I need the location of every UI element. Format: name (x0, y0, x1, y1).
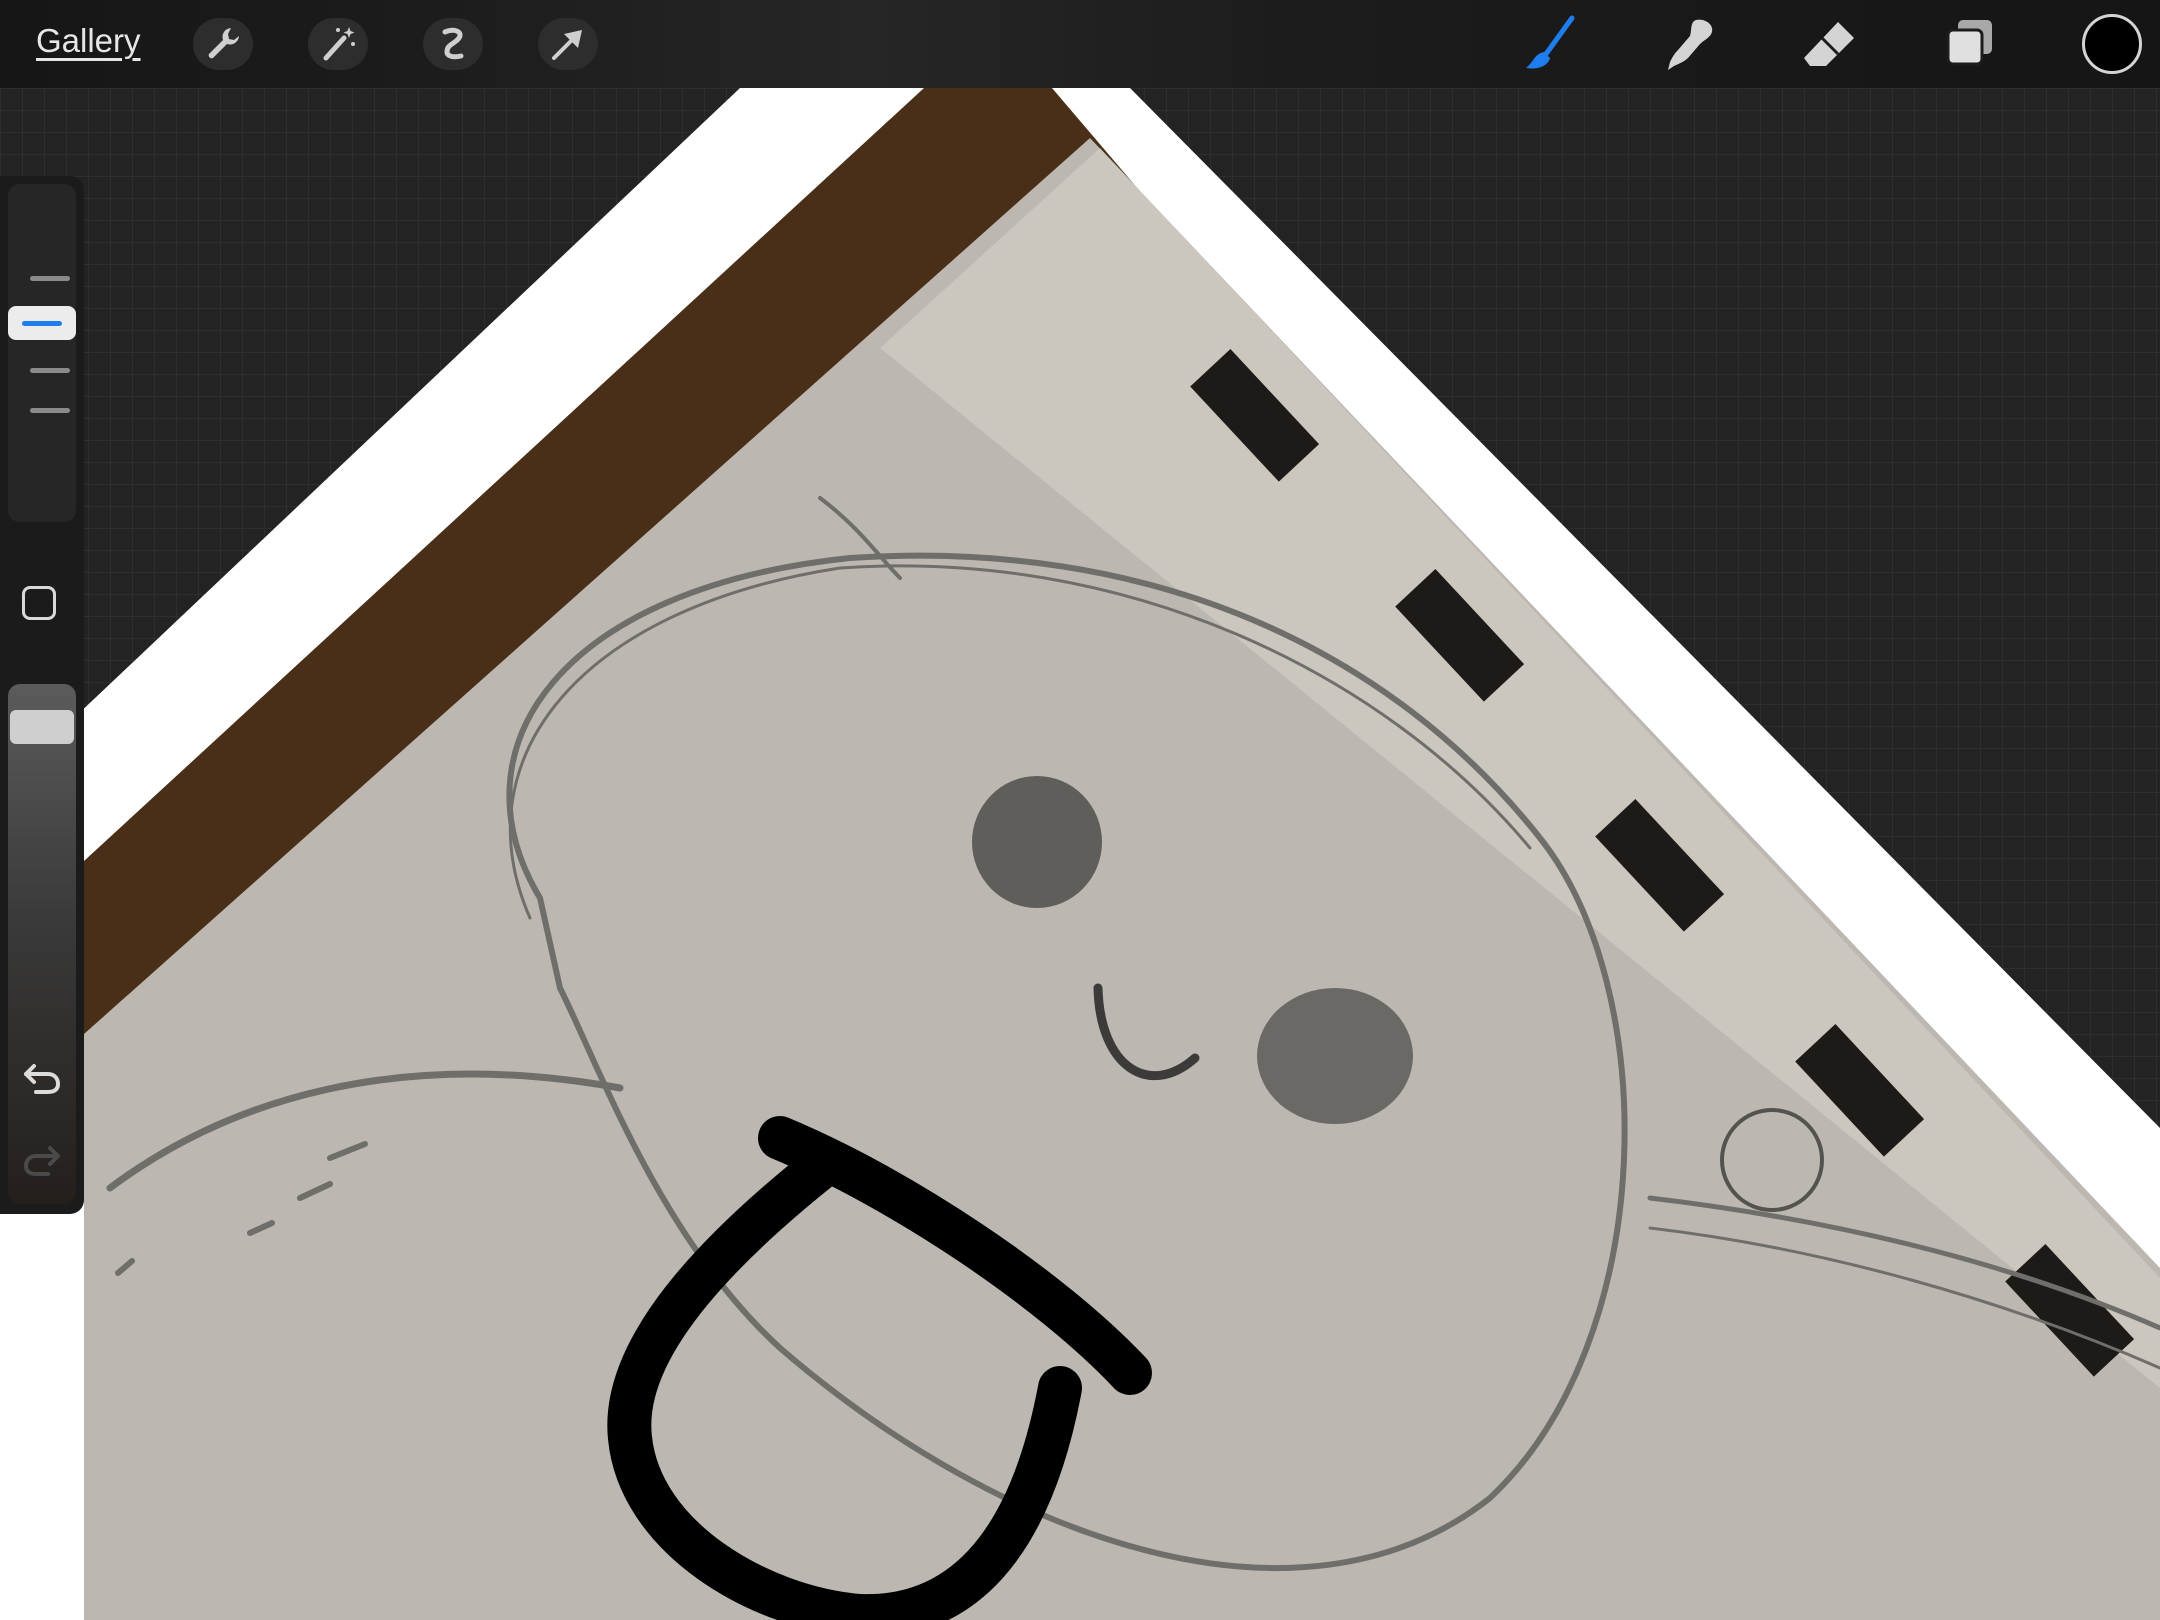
size-tick (30, 408, 70, 413)
magic-wand-icon (323, 27, 355, 61)
canvas-workspace[interactable] (0, 88, 2160, 1620)
eraser-button[interactable] (1800, 14, 1860, 74)
smudge-button[interactable] (1660, 14, 1720, 74)
undo-icon[interactable] (20, 1056, 64, 1100)
size-tick (30, 276, 70, 281)
artwork-canvas[interactable] (0, 88, 2160, 1620)
gallery-button[interactable]: Gallery (36, 22, 141, 60)
top-toolbar: Gallery (0, 0, 2160, 88)
layers-icon (1946, 20, 1992, 66)
actions-button[interactable] (193, 18, 253, 70)
selection-button[interactable] (423, 18, 483, 70)
brush-button[interactable] (1520, 14, 1580, 74)
layers-button[interactable] (1940, 14, 2000, 74)
wrench-icon (208, 28, 239, 59)
redo-icon[interactable] (20, 1138, 64, 1182)
brush-icon (1526, 15, 1575, 69)
sketch-eye-left (972, 776, 1102, 908)
size-thumb-indicator (22, 321, 62, 326)
color-picker-swatch[interactable] (2082, 14, 2142, 74)
transform-button[interactable] (538, 18, 598, 70)
brush-opacity-slider[interactable] (8, 684, 76, 1204)
adjustments-button[interactable] (308, 18, 368, 70)
brush-size-thumb[interactable] (8, 306, 76, 340)
sketch-eye-right (1257, 988, 1413, 1124)
transform-arrow-icon (552, 30, 582, 60)
size-tick (30, 368, 70, 373)
brush-opacity-thumb[interactable] (10, 710, 74, 744)
brush-size-slider[interactable] (8, 184, 76, 522)
smudge-icon (1668, 19, 1713, 70)
modify-button[interactable] (22, 586, 56, 620)
eraser-icon (1804, 22, 1854, 66)
left-sidebar (0, 176, 84, 1214)
selection-icon (442, 27, 464, 60)
